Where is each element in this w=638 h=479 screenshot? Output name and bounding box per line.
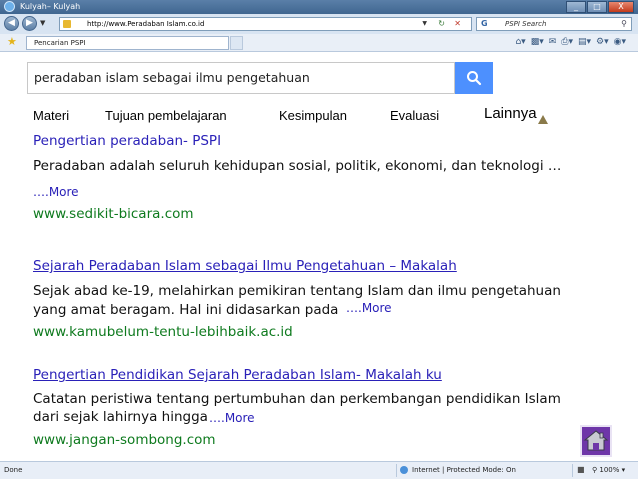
history-dropdown-icon[interactable]: ▼ [40,17,45,29]
feeds-icon[interactable]: ▩▾ [531,37,544,48]
address-field[interactable]: http://www.Peradaban Islam.co.id ▼ ↻ ✕ [59,17,472,31]
result-snippet-1: Peradaban adalah seluruh kehidupan sosia… [33,158,562,174]
help-icon[interactable]: ◉▾ [614,37,626,48]
favorites-star-icon[interactable]: ★ [7,36,17,48]
tab-pencarian[interactable]: Pencarian PSPI [26,36,229,50]
page-icon[interactable]: ▤▾ [578,37,591,48]
address-dropdown-icon[interactable]: ▼ [422,18,427,30]
result-more-link-2[interactable]: ….More [344,300,394,316]
back-button[interactable]: ◀ [4,16,19,31]
result-snippet-3-line-2: dari sejak lahirnya hingga [33,409,208,425]
window-title: Kulyah– Kulyah [20,2,81,11]
forward-button[interactable]: ▶ [22,16,37,31]
tab-bar: ★ Pencarian PSPI ⌂▾ ▩▾ ✉ ⎙▾ ▤▾ ⚙▾ ◉▾ [0,34,638,52]
window-controls: _ □ X [566,1,634,13]
address-url: http://www.Peradaban Islam.co.id [87,20,205,28]
status-text: Done [4,466,23,474]
zoom-value: 100% [599,466,620,474]
status-bar: Done Internet | Protected Mode: On ■ ⚲ 1… [0,461,638,479]
menu-item-evaluasi[interactable]: Evaluasi [390,107,439,125]
home-icon[interactable]: ⌂▾ [515,37,525,48]
menu-item-lainnya[interactable]: Lainnya [484,105,537,123]
zoom-level[interactable]: ⚲ 100% ▾ [592,462,625,479]
command-bar: ⌂▾ ▩▾ ✉ ⎙▾ ▤▾ ⚙▾ ◉▾ [515,37,626,48]
mail-icon[interactable]: ✉ [549,37,557,48]
search-query: peradaban islam sebagai ilmu pengetahuan [34,70,310,85]
globe-icon [400,466,408,474]
result-snippet-3-line-1: Catatan peristiwa tentang pertumbuhan da… [33,391,561,407]
security-zone-label: Internet | Protected Mode: On [412,466,516,474]
result-snippet-2-line-1: Sejak abad ke-19, melahirkan pemikiran t… [33,283,561,299]
protected-mode-icon[interactable]: ■ [577,465,585,475]
page-favicon-icon [63,20,71,28]
status-separator [572,464,573,477]
result-more-link-1[interactable]: ….More [31,184,81,200]
home-button[interactable] [580,425,612,457]
tools-gear-icon[interactable]: ⚙▾ [596,37,609,48]
result-more-link-3[interactable]: ….More [207,410,257,426]
result-title-2[interactable]: Sejarah Peradaban Islam sebagai Ilmu Pen… [33,257,457,276]
search-input[interactable]: peradaban islam sebagai ilmu pengetahuan [27,62,455,94]
security-zone[interactable]: Internet | Protected Mode: On [400,462,516,479]
result-snippet-2-line-2: yang amat beragam. Hal ini didasarkan pa… [33,302,339,318]
browser-search-placeholder: PSPI Search [505,20,547,28]
browser-logo-icon [4,1,15,12]
minimize-button[interactable]: _ [566,1,586,13]
stop-icon[interactable]: ✕ [454,18,461,30]
magnifier-icon [467,71,482,86]
house-icon [583,430,609,451]
browser-search-field[interactable]: G PSPI Search ⚲ [476,17,632,31]
result-url-1[interactable]: www.sedikit-bicara.com [33,205,194,224]
navigation-bar: ◀ ▶ ▼ http://www.Peradaban Islam.co.id ▼… [0,14,638,34]
result-title-1[interactable]: Pengertian peradaban- PSPI [33,132,221,151]
new-tab-button[interactable] [230,36,243,50]
search-button[interactable] [455,62,493,94]
expand-arrow-icon[interactable] [538,115,548,124]
search-icon[interactable]: ⚲ [621,18,627,30]
menu-item-kesimpulan[interactable]: Kesimpulan [279,107,347,125]
print-icon[interactable]: ⎙▾ [561,37,573,48]
refresh-icon[interactable]: ↻ [438,18,445,30]
menu-item-tujuan-pembelajaran[interactable]: Tujuan pembelajaran [105,107,227,125]
menu-item-materi[interactable]: Materi [33,107,69,125]
tab-label: Pencarian PSPI [34,39,86,47]
result-title-3[interactable]: Pengertian Pendidikan Sejarah Peradaban … [33,366,442,385]
maximize-button[interactable]: □ [587,1,607,13]
status-separator [396,464,397,477]
close-button[interactable]: X [608,1,634,13]
result-url-3[interactable]: www.jangan-sombong.com [33,431,216,450]
search-provider-icon[interactable]: G [481,19,488,29]
result-url-2[interactable]: www.kamubelum-tentu-lebihbaik.ac.id [33,323,293,342]
window-titlebar: Kulyah– Kulyah _ □ X [0,0,638,14]
